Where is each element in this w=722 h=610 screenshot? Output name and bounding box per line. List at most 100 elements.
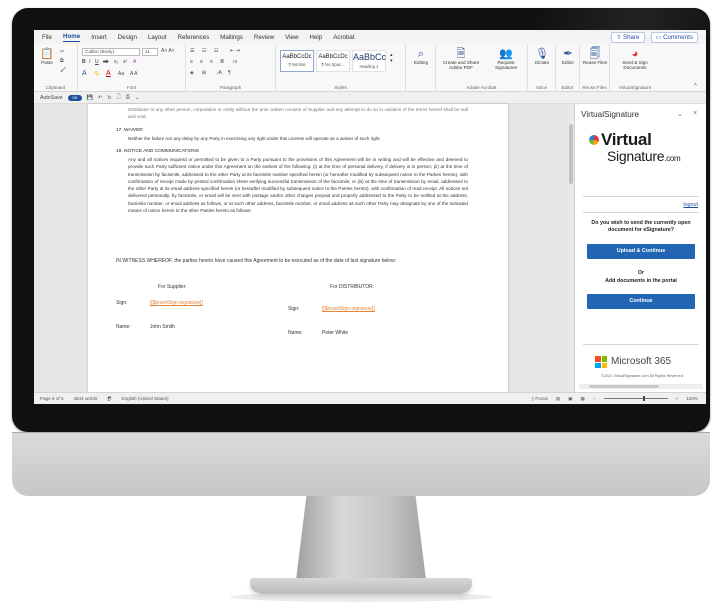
supplier-signature-tag[interactable]: [[$insertSign-signature]] [150, 300, 203, 306]
pane-options-icon[interactable]: ⌄ [677, 110, 683, 118]
font-name-box[interactable]: Calibri (Body) [82, 48, 140, 56]
autosave-label: AutoSave [40, 94, 63, 101]
align-right-icon[interactable]: ≡ [210, 59, 213, 65]
share-button[interactable]: ⇧ Share [611, 31, 645, 43]
pilcrow-icon[interactable]: ¶ [228, 70, 231, 76]
zoom-slider[interactable] [603, 396, 668, 401]
scroll-thumb[interactable] [569, 124, 573, 184]
clear-format-icon[interactable]: A A [130, 71, 138, 77]
subscript-icon[interactable]: x₂ [114, 59, 118, 65]
superscript-icon[interactable]: x² [123, 59, 127, 65]
zoom-out-icon[interactable]: − [593, 396, 596, 401]
distributor-signature-tag[interactable]: [[$insertSign-signature]] [322, 306, 375, 312]
justify-icon[interactable]: ≣ [220, 59, 224, 65]
paste-button[interactable]: 📋 Paste [38, 48, 56, 65]
undo-icon[interactable]: ↶ [98, 95, 102, 101]
editor-button[interactable]: ✒ Editor [557, 48, 579, 65]
tab-view[interactable]: View [285, 34, 298, 41]
section-17-title: 17. WAIVER [116, 128, 143, 133]
tab-layout[interactable]: Layout [148, 34, 167, 41]
change-case-icon[interactable]: Aa [118, 71, 124, 77]
logo-text-signature: Signature.com [607, 148, 681, 164]
tab-acrobat[interactable]: Acrobat [333, 34, 354, 41]
tab-home[interactable]: Home [62, 33, 81, 42]
comments-button[interactable]: ▭ Comments [650, 31, 698, 43]
paste-label: Paste [41, 60, 53, 65]
send-sign-button[interactable]: ◕ Send & Sign Documents [612, 48, 658, 70]
highlight-icon[interactable]: ✎ [94, 70, 100, 78]
autosave-toggle[interactable]: Off [67, 94, 82, 101]
bold-icon[interactable]: B [82, 59, 86, 65]
zoom-in-icon[interactable]: + [676, 396, 679, 401]
italic-icon[interactable]: I [89, 59, 90, 65]
align-center-icon[interactable]: ≡ [200, 59, 203, 65]
indent-icon[interactable]: ⇤ ⇥ [230, 48, 240, 54]
sort-icon[interactable]: ↓A [216, 70, 222, 76]
new-doc-icon[interactable]: 🗋 [117, 93, 121, 102]
supplier-name-value: John Smith [150, 324, 176, 330]
page-count[interactable]: Page 6 of 6 [40, 396, 64, 401]
dictate-label: Dictate [534, 60, 550, 65]
pane-scroll-thumb[interactable] [589, 385, 659, 388]
logout-link[interactable]: logout [683, 202, 698, 208]
tab-help[interactable]: Help [309, 34, 322, 41]
cut-icon[interactable]: ✂ [60, 49, 64, 55]
editing-button[interactable]: ⌕ Editing [408, 48, 434, 65]
read-mode-icon[interactable]: ▤ [556, 396, 560, 402]
strikethrough-icon[interactable]: ab [103, 59, 109, 65]
tab-file[interactable]: File [42, 34, 52, 41]
font-size-box[interactable]: 11 [142, 48, 158, 56]
multilevel-icon[interactable]: ☳ [214, 48, 218, 54]
web-layout-icon[interactable]: ▦ [581, 396, 585, 402]
document-page[interactable]: Distributor to any other person, corpora… [88, 104, 508, 392]
tab-mailings[interactable]: Mailings [220, 34, 243, 41]
pane-close-icon[interactable]: × [693, 110, 697, 117]
group-reuse: 🗐 Reuse Files Reuse Files [580, 44, 610, 92]
shading-icon[interactable]: ◈ [190, 70, 194, 76]
style-normal[interactable]: AaBbCcDc ¶ Normal [280, 50, 314, 72]
line-spacing-icon[interactable]: ↕≡ [232, 59, 237, 65]
collapse-ribbon-icon[interactable]: ˄ [694, 82, 697, 88]
continue-button[interactable]: Continue [587, 294, 695, 309]
request-signatures-button[interactable]: 👥 Request Signatures [486, 48, 526, 70]
proofing-icon[interactable]: 🗊 [107, 395, 111, 403]
focus-button[interactable]: ▯ Focus [532, 396, 548, 402]
language-label[interactable]: English (United States) [122, 396, 169, 401]
bullets-icon[interactable]: ☰ [190, 48, 194, 54]
font-grow-shrink-icon[interactable]: A˄ A˅ [161, 48, 175, 54]
text-effects-color-icon[interactable]: A [82, 70, 87, 77]
tab-design[interactable]: Design [118, 34, 137, 41]
style-sample: AaBbCcDc [282, 54, 312, 60]
align-left-icon[interactable]: ≡ [190, 59, 193, 65]
underline-icon[interactable]: U [95, 59, 99, 65]
borders-icon[interactable]: ⊞ [202, 70, 206, 76]
font-color-icon[interactable]: A [106, 70, 111, 77]
format-painter-icon[interactable]: 🖌 [60, 67, 66, 73]
pane-horizontal-scrollbar[interactable] [579, 384, 703, 389]
word-count[interactable]: 4844 words [74, 396, 98, 401]
customize-qat-icon[interactable]: ⌄ [135, 95, 139, 101]
reuse-files-button[interactable]: 🗐 Reuse Files [582, 48, 608, 65]
reuse-files-icon: 🗐 [589, 48, 601, 60]
print-layout-icon[interactable]: ▣ [568, 396, 572, 402]
upload-continue-button[interactable]: Upload & Continue [587, 244, 695, 259]
save-icon[interactable]: 💾 [87, 95, 93, 101]
editor-label: Editor [561, 60, 574, 65]
dictate-button[interactable]: 🎙 Dictate [530, 48, 554, 65]
numbering-icon[interactable]: ☷ [202, 48, 206, 54]
zoom-slider-thumb[interactable] [643, 396, 646, 401]
text-effects-icon[interactable]: A [133, 59, 136, 65]
tab-review[interactable]: Review [254, 34, 274, 41]
redo-icon[interactable]: ↻ [107, 95, 111, 101]
style-heading-1[interactable]: AaBbCc Heading 1 [352, 50, 386, 72]
monitor-stand-base [250, 578, 472, 594]
tab-references[interactable]: References [178, 34, 210, 41]
create-share-pdf-button[interactable]: 🗎 Create and Share Adobe PDF [438, 48, 484, 70]
zoom-level[interactable]: 120% [686, 396, 698, 401]
copy-icon[interactable]: ⧉ [60, 58, 64, 64]
print-preview-icon[interactable]: ⎙ [126, 94, 130, 101]
styles-gallery-scroll-icon[interactable]: ▴ ▾ [390, 52, 393, 64]
tab-insert[interactable]: Insert [91, 34, 106, 41]
style-no-spacing[interactable]: AaBbCcDc ¶ No Spac... [316, 50, 350, 72]
group-editing: ⌕ Editing [406, 44, 436, 92]
